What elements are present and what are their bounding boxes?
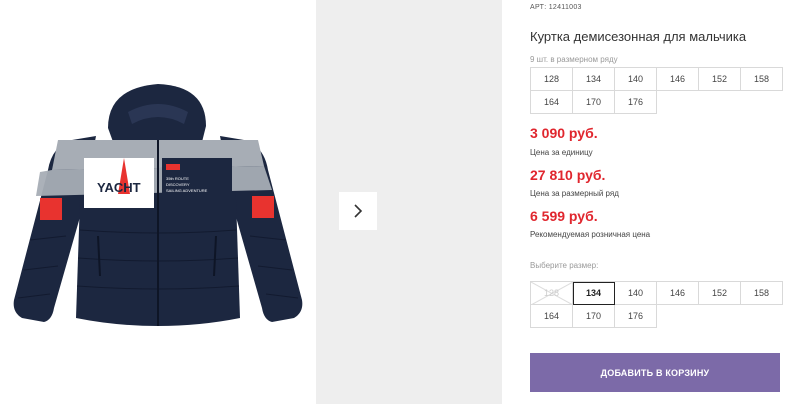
jacket-patch-line2: DISCOVERY bbox=[166, 182, 190, 187]
retail-price: 6 599 руб. bbox=[530, 208, 598, 224]
pack-count: 9 шт. в размерном ряду bbox=[530, 55, 618, 64]
size-option[interactable]: 140 bbox=[615, 282, 657, 305]
pack-price: 27 810 руб. bbox=[530, 167, 606, 183]
pack-size-grid: 128 134 140 146 152 158 164 170 176 bbox=[530, 67, 783, 114]
pack-size-cell: 176 bbox=[615, 91, 657, 114]
article-number: АРТ: 12411003 bbox=[530, 4, 582, 11]
pack-size-cell: 128 bbox=[531, 68, 573, 91]
pack-size-cell: 152 bbox=[699, 68, 741, 91]
article-value: 12411003 bbox=[548, 4, 582, 11]
pack-size-cell: 158 bbox=[741, 68, 783, 91]
jacket-patch-line3: SAILING ADVENTURE bbox=[166, 188, 208, 193]
choose-size-label: Выберите размер: bbox=[530, 261, 599, 270]
jacket-patch-line1: 35th ROUTE bbox=[166, 176, 189, 181]
size-option-selected[interactable]: 134 bbox=[573, 282, 615, 305]
size-option-label: 128 bbox=[543, 288, 560, 298]
size-option[interactable]: 158 bbox=[741, 282, 783, 305]
pack-price-note: Цена за размерный ряд bbox=[530, 189, 619, 198]
pack-size-cell: 146 bbox=[657, 68, 699, 91]
product-page: YACHT 35th ROUTE DISCOVERY SAILING ADVEN… bbox=[0, 0, 800, 404]
retail-price-note: Рекомендуемая розничная цена bbox=[530, 230, 651, 239]
chevron-right-icon bbox=[354, 204, 363, 218]
size-option[interactable]: 176 bbox=[615, 305, 657, 328]
size-selector: 128 134 140 146 152 158 164 170 176 bbox=[530, 281, 783, 328]
pack-size-cell: 164 bbox=[531, 91, 573, 114]
product-gallery: YACHT 35th ROUTE DISCOVERY SAILING ADVEN… bbox=[0, 0, 502, 404]
add-to-cart-button[interactable]: ДОБАВИТЬ В КОРЗИНУ bbox=[530, 353, 780, 392]
size-option[interactable]: 146 bbox=[657, 282, 699, 305]
jacket-image: YACHT 35th ROUTE DISCOVERY SAILING ADVEN… bbox=[13, 84, 303, 326]
article-label: АРТ: bbox=[530, 4, 547, 11]
unit-price: 3 090 руб. bbox=[530, 125, 598, 141]
product-info: АРТ: 12411003 Куртка демисезонная для ма… bbox=[530, 0, 792, 404]
gallery-next-button[interactable] bbox=[339, 192, 377, 230]
unit-price-note: Цена за единицу bbox=[530, 148, 593, 157]
pack-size-cell: 140 bbox=[615, 68, 657, 91]
size-option[interactable]: 164 bbox=[531, 305, 573, 328]
product-photo[interactable]: YACHT 35th ROUTE DISCOVERY SAILING ADVEN… bbox=[0, 0, 316, 404]
pack-size-cell: 170 bbox=[573, 91, 615, 114]
jacket-logo: YACHT bbox=[97, 180, 141, 195]
pack-size-cell: 134 bbox=[573, 68, 615, 91]
size-option[interactable]: 170 bbox=[573, 305, 615, 328]
size-option[interactable]: 152 bbox=[699, 282, 741, 305]
size-option-disabled: 128 bbox=[531, 282, 573, 305]
product-title: Куртка демисезонная для мальчика bbox=[530, 29, 747, 44]
